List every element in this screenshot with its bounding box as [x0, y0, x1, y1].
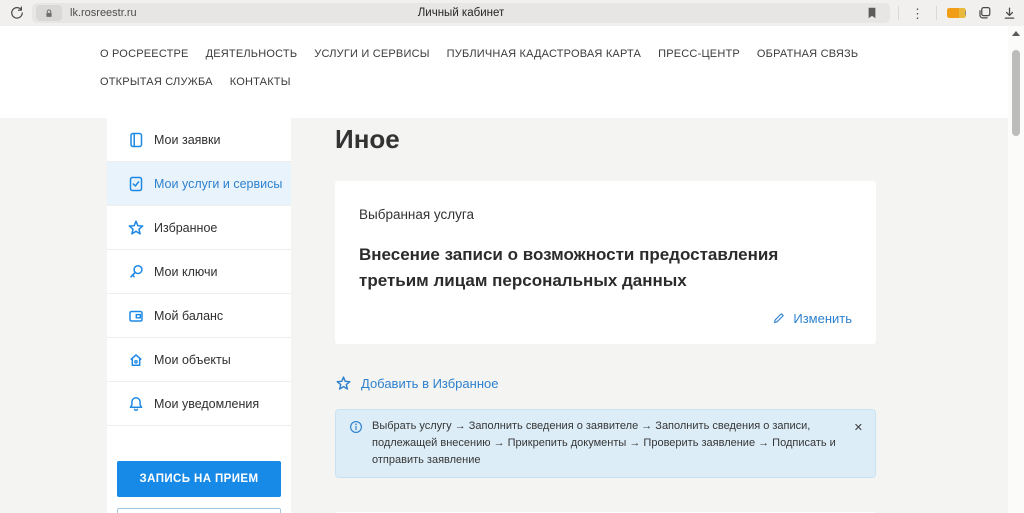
- sidebar-secondary-button[interactable]: [117, 508, 281, 513]
- nav-link-open-service[interactable]: ОТКРЫТАЯ СЛУЖБА: [100, 74, 213, 90]
- page-body: Мои заявки Мои услуги и сервисы Избранно…: [0, 118, 1024, 513]
- main-navigation: О РОСРЕЕСТРЕ ДЕЯТЕЛЬНОСТЬ УСЛУГИ И СЕРВИ…: [0, 26, 870, 90]
- add-to-favorites-link[interactable]: Добавить в Избранное: [335, 375, 876, 392]
- document-icon: [127, 131, 145, 149]
- sidebar-item-my-applications[interactable]: Мои заявки: [107, 118, 291, 162]
- battery-extension-icon[interactable]: [947, 8, 966, 18]
- sidebar-item-my-notifications[interactable]: Мои уведомления: [107, 382, 291, 426]
- lock-icon[interactable]: [36, 5, 62, 21]
- bell-icon: [127, 395, 145, 413]
- star-icon: [127, 219, 145, 237]
- house-icon: [127, 351, 145, 369]
- url-text: lk.rosreestr.ru: [70, 7, 137, 19]
- nav-link-cadastral-map[interactable]: ПУБЛИЧНАЯ КАДАСТРОВАЯ КАРТА: [447, 46, 641, 62]
- nav-link-about[interactable]: О РОСРЕЕСТРЕ: [100, 46, 189, 62]
- info-icon: [349, 420, 363, 439]
- edit-service-link[interactable]: Изменить: [772, 311, 852, 326]
- browser-toolbar: lk.rosreestr.ru Личный кабинет ⋮: [0, 0, 1024, 26]
- checkbox-icon: [127, 175, 145, 193]
- close-icon[interactable]: ✕: [852, 421, 865, 434]
- edit-link-label: Изменить: [793, 310, 852, 326]
- sidebar-item-my-balance[interactable]: Мой баланс: [107, 294, 291, 338]
- bookmark-icon[interactable]: [866, 6, 882, 20]
- steps-text: Выбрать услугу → Заполнить сведения о за…: [372, 419, 836, 466]
- sidebar-item-my-services[interactable]: Мои услуги и сервисы: [107, 162, 291, 206]
- menu-kebab-icon[interactable]: ⋮: [909, 7, 926, 20]
- sidebar-item-label: Мои заявки: [154, 132, 221, 147]
- page-tab-title: Личный кабинет: [417, 7, 505, 19]
- site-header: О РОСРЕЕСТРЕ ДЕЯТЕЛЬНОСТЬ УСЛУГИ И СЕРВИ…: [0, 26, 1024, 118]
- sidebar-item-my-keys[interactable]: Мои ключи: [107, 250, 291, 294]
- download-icon[interactable]: [1002, 6, 1017, 21]
- nav-link-contacts[interactable]: КОНТАКТЫ: [230, 74, 291, 90]
- nav-link-activity[interactable]: ДЕЯТЕЛЬНОСТЬ: [206, 46, 298, 62]
- address-bar[interactable]: lk.rosreestr.ru Личный кабинет: [32, 3, 890, 23]
- key-icon: [127, 263, 145, 281]
- favorites-link-label: Добавить в Избранное: [361, 375, 499, 391]
- sidebar-item-my-objects[interactable]: Мои объекты: [107, 338, 291, 382]
- appointment-button[interactable]: ЗАПИСЬ НА ПРИЕМ: [117, 461, 281, 497]
- page-scrollbar[interactable]: [1008, 26, 1024, 513]
- nav-link-press-center[interactable]: ПРЕСС-ЦЕНТР: [658, 46, 740, 62]
- toolbar-divider: [898, 6, 899, 20]
- sidebar-item-label: Мои объекты: [154, 352, 231, 367]
- selected-service-label: Выбранная услуга: [359, 207, 475, 222]
- nav-link-services[interactable]: УСЛУГИ И СЕРВИСЫ: [314, 46, 429, 62]
- sidebar-item-label: Мои ключи: [154, 264, 218, 279]
- sidebar-item-favorites[interactable]: Избранное: [107, 206, 291, 250]
- page-title: Иное: [335, 124, 400, 154]
- selected-service-card: Выбранная услуга Внесение записи о возмо…: [335, 181, 876, 344]
- sidebar-item-label: Мой баланс: [154, 308, 224, 323]
- reload-icon[interactable]: [4, 0, 30, 26]
- nav-link-feedback[interactable]: ОБРАТНАЯ СВЯЗЬ: [757, 46, 858, 62]
- tabs-icon[interactable]: [976, 5, 992, 21]
- service-title: Внесение записи о возможности предоставл…: [359, 245, 779, 291]
- sidebar-item-label: Мои услуги и сервисы: [154, 176, 283, 191]
- wallet-icon: [127, 307, 145, 325]
- sidebar-item-label: Избранное: [154, 220, 218, 235]
- browser-actions: ⋮: [898, 5, 1017, 21]
- sidebar: Мои заявки Мои услуги и сервисы Избранно…: [107, 118, 291, 513]
- star-outline-icon: [336, 376, 351, 390]
- sidebar-item-label: Мои уведомления: [154, 396, 260, 411]
- pencil-icon: [774, 313, 785, 324]
- scrollbar-up-arrow[interactable]: [1012, 31, 1020, 36]
- content-area: Иное Выбранная услуга Внесение записи о …: [335, 118, 876, 513]
- toolbar-divider: [936, 6, 937, 20]
- steps-info-banner: Выбрать услугу → Заполнить сведения о за…: [335, 408, 876, 478]
- scrollbar-thumb[interactable]: [1012, 50, 1020, 136]
